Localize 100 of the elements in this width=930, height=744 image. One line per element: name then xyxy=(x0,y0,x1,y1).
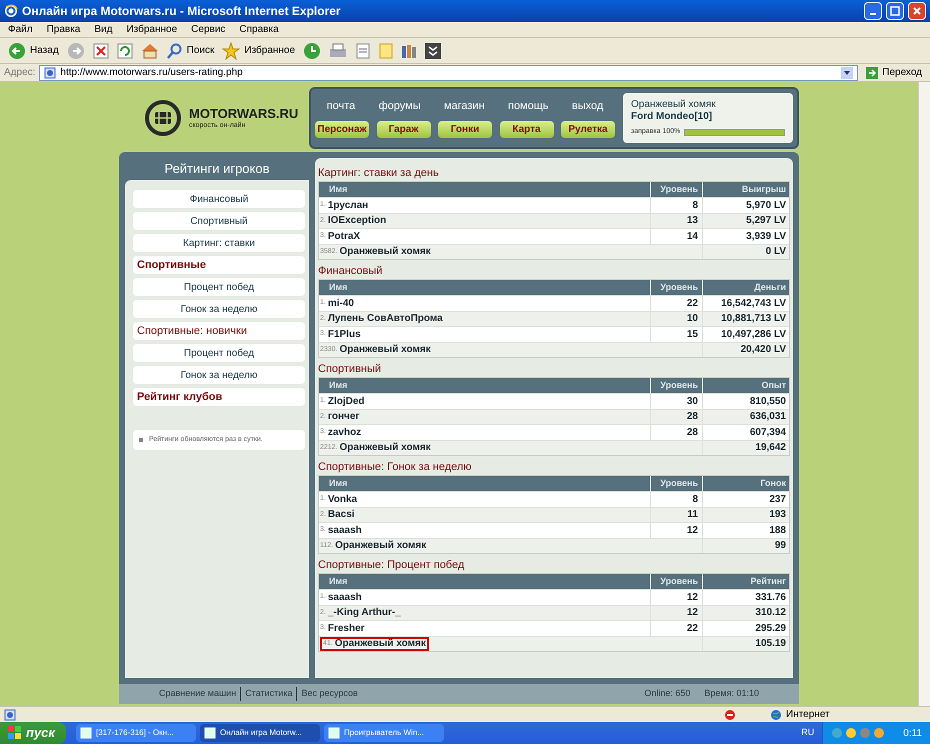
column-header: Имя xyxy=(328,281,348,294)
maximize-icon xyxy=(890,6,900,16)
player-name[interactable]: Vonka xyxy=(328,492,358,507)
clock: 0:11 xyxy=(903,726,922,740)
maximize-button[interactable] xyxy=(886,2,904,20)
sidebar-link[interactable]: Картинг: ставки xyxy=(133,234,305,252)
minimize-button[interactable] xyxy=(864,2,882,20)
value-cell-text: 5,297 LV xyxy=(746,214,786,228)
ie-icon xyxy=(4,4,18,18)
player-name[interactable]: гончег xyxy=(328,409,360,424)
star-icon xyxy=(222,42,240,60)
level-cell-text: 10 xyxy=(686,312,698,326)
address-label: Адрес: xyxy=(4,66,36,80)
arrows-icon xyxy=(425,42,442,58)
menu-item[interactable]: Сервис xyxy=(191,22,226,37)
column-header: Имя xyxy=(328,575,348,588)
nav-link[interactable]: почта xyxy=(326,98,356,115)
nav-button[interactable]: Гонки xyxy=(438,120,492,138)
player-name[interactable]: Оранжевый хомяк xyxy=(335,538,426,554)
value-cell-text: 105.19 xyxy=(755,637,786,652)
nav-link[interactable]: магазин xyxy=(444,98,485,115)
address-field[interactable]: http://www.motorwars.ru/users-rating.php xyxy=(39,64,858,80)
go-arrow-icon xyxy=(866,66,878,78)
sidebar-link[interactable]: Финансовый xyxy=(133,190,305,208)
nav-button[interactable]: Рулетка xyxy=(561,120,615,138)
sidebar-link[interactable]: Рейтинг клубов xyxy=(133,388,305,406)
page-icon xyxy=(44,66,56,78)
nav-link[interactable]: выход xyxy=(572,98,604,115)
sidebar-link[interactable]: Процент побед xyxy=(133,278,305,296)
footer-link[interactable]: Статистика xyxy=(240,687,292,701)
player-name[interactable]: Fresher xyxy=(328,620,365,636)
player-name[interactable]: zavhoz xyxy=(328,424,362,440)
taskbar-button[interactable]: Проигрыватель Win... xyxy=(324,724,444,742)
level-cell-text: 22 xyxy=(686,296,698,311)
player-name[interactable]: F1Plus xyxy=(328,326,361,342)
section-title: Спортивный xyxy=(318,362,382,377)
player-name[interactable]: IOException xyxy=(328,213,386,228)
sidebar-link[interactable]: Гонок за неделю xyxy=(133,366,305,384)
stop-icon xyxy=(92,42,109,58)
value-cell-text: 331.76 xyxy=(755,590,786,605)
nav-link[interactable]: форумы xyxy=(378,98,421,115)
player-name[interactable]: saaash xyxy=(328,522,362,538)
nav-button[interactable]: Карта xyxy=(500,120,554,138)
books-icon xyxy=(401,42,418,58)
sidebar-link[interactable]: Спортивные xyxy=(133,256,305,274)
value-cell-text: 0 LV xyxy=(766,245,786,260)
player-name[interactable]: Оранжевый хомяк xyxy=(334,636,426,652)
level-cell-text: 11 xyxy=(687,508,698,522)
value-cell-text: 10,497,286 LV xyxy=(721,328,786,342)
refresh-icon xyxy=(116,42,133,58)
car-name: Ford Mondeo[10] xyxy=(631,111,714,124)
nav-button[interactable]: Персонаж xyxy=(315,120,369,138)
menu-item[interactable]: Вид xyxy=(94,22,112,37)
sidebar-link[interactable]: Спортивный xyxy=(133,212,305,230)
favorites-button[interactable]: Избранное xyxy=(222,42,296,60)
column-header: Имя xyxy=(328,477,348,490)
menu-item[interactable]: Правка xyxy=(46,22,80,37)
level-cell-text: 28 xyxy=(686,410,698,424)
player-name[interactable]: Bacsi xyxy=(328,507,355,522)
level-cell-text: 8 xyxy=(692,492,698,507)
player-name[interactable]: Оранжевый хомяк xyxy=(340,244,431,260)
globe-icon xyxy=(770,708,782,720)
go-button[interactable]: Переход xyxy=(862,65,926,80)
close-button[interactable] xyxy=(908,2,926,20)
player-name[interactable]: mi-40 xyxy=(328,296,354,311)
player-name[interactable]: _-King Arthur-_ xyxy=(328,605,401,620)
player-name[interactable]: Оранжевый хомяк xyxy=(340,342,431,358)
close-icon xyxy=(912,6,922,16)
document-icon xyxy=(355,42,372,58)
menu-item[interactable]: Избранное xyxy=(126,22,178,37)
sidebar-link[interactable]: Спортивные: новички xyxy=(133,322,305,340)
sidebar-link[interactable]: Процент побед xyxy=(133,344,305,362)
search-button[interactable]: Поиск xyxy=(166,42,214,58)
menu-item[interactable]: Справка xyxy=(239,22,279,37)
player-name[interactable]: PotraX xyxy=(328,228,360,244)
player-name[interactable]: Оранжевый хомяк xyxy=(340,440,431,456)
zone-label: Интернет xyxy=(786,708,831,722)
value-cell-text: 5,970 LV xyxy=(746,198,786,213)
nav-link[interactable]: помощь xyxy=(508,98,549,115)
window-icon xyxy=(328,727,340,739)
nav-button[interactable]: Гараж xyxy=(376,120,430,138)
logo-icon xyxy=(145,100,181,136)
scrollbar[interactable] xyxy=(918,82,930,706)
level-cell-text: 14 xyxy=(686,230,698,244)
start-button[interactable]: пуск xyxy=(0,722,66,744)
player-name[interactable]: Лупень СовАвтоПрома xyxy=(328,311,443,326)
player-name[interactable]: 1руслан xyxy=(328,198,368,213)
sidebar-link[interactable]: Гонок за неделю xyxy=(133,300,305,318)
menu-item[interactable]: Файл xyxy=(8,22,33,37)
footer-link[interactable]: Вес ресурсов xyxy=(296,687,358,701)
taskbar-button[interactable]: [317-176-316] - Окн... xyxy=(76,724,196,742)
value-cell-text: 310.12 xyxy=(755,606,786,620)
footer-link[interactable]: Сравнение машин xyxy=(159,687,236,701)
player-name[interactable]: ZlojDed xyxy=(328,394,365,409)
section-title: Картинг: ставки за день xyxy=(318,166,440,181)
player-name[interactable]: saaash xyxy=(328,590,362,605)
level-cell-text: 30 xyxy=(686,394,698,409)
back-button[interactable]: Назад xyxy=(8,42,59,60)
taskbar-button[interactable]: Онлайн игра Motorw... xyxy=(200,724,320,742)
online-count: Online: 650 xyxy=(644,687,690,700)
